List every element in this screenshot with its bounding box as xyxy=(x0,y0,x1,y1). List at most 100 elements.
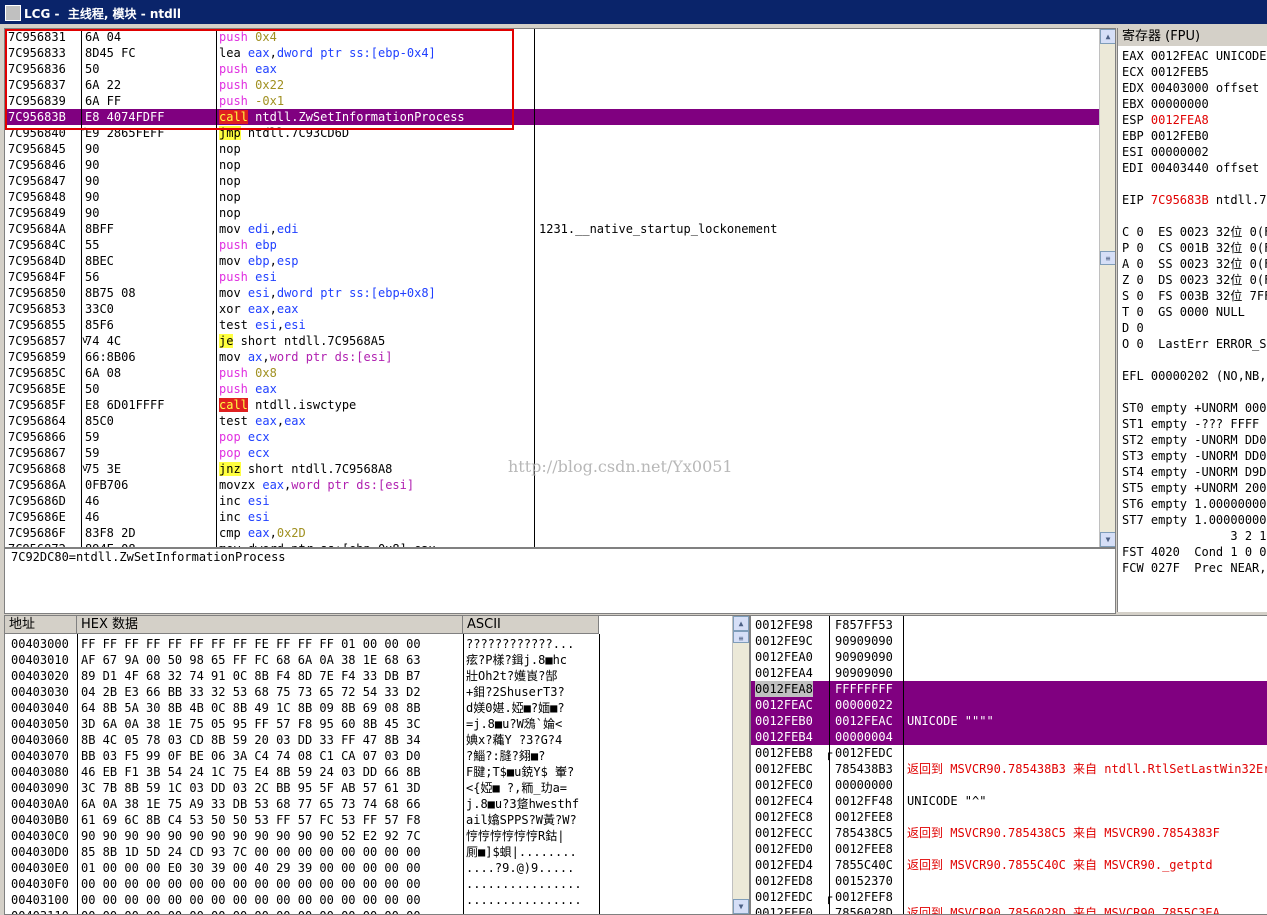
column-divider[interactable] xyxy=(216,29,217,547)
disasm-row[interactable]: 7C956836 50 push eax xyxy=(5,61,1100,77)
disasm-instruction: movzx eax,word ptr ds:[esi] xyxy=(219,477,414,493)
dump-hex: 3C 7B 8B 59 1C 03 DD 03 2C BB 95 5F AB 5… xyxy=(81,781,421,795)
scroll-up-icon[interactable]: ▲ xyxy=(1100,29,1115,44)
register-line[interactable]: O 0 LastErr ERROR_SUCCESS xyxy=(1122,336,1267,352)
register-line[interactable]: ECX 0012FEB5 xyxy=(1122,64,1209,80)
register-line[interactable]: ST3 empty -UNORM DD00 00000000 xyxy=(1122,448,1267,464)
stack-address: 0012FEA0 xyxy=(755,650,813,664)
registers-pane[interactable]: 寄存器 (FPU) EAX 0012FEAC UNICODE """"ECX 0… xyxy=(1117,28,1267,612)
disasm-row[interactable]: 7C95683B E8 4074FDFF call ntdll.ZwSetInfor… xyxy=(5,109,1100,125)
register-line[interactable]: ESP 0012FEA8 xyxy=(1122,112,1209,128)
register-line[interactable]: ST6 empty 1.0000000000000000000 xyxy=(1122,496,1267,512)
register-line[interactable]: ST0 empty +UNORM 0000 00000000 xyxy=(1122,400,1267,416)
register-line[interactable]: FCW 027F Prec NEAR,53 xyxy=(1122,560,1267,576)
stack-pane[interactable]: 0012FE98 F857FF53 0012FE9C 90909090 0012FEA0… xyxy=(750,615,1267,915)
stack-comment: 返回到 MSVCR90.785438C5 来自 MSVCR90.7854383F xyxy=(907,826,1220,840)
register-line[interactable]: D 0 xyxy=(1122,320,1144,336)
disasm-row[interactable]: 7C956857 v 74 4C je short ntdll.7C9568A5 xyxy=(5,333,1100,349)
dump-header-hex[interactable]: HEX 数据 xyxy=(77,616,463,634)
disasm-instruction: push esi xyxy=(219,269,277,285)
disasm-row[interactable]: 7C95686F 83F8 2D cmp eax,0x2D xyxy=(5,525,1100,541)
dump-header-address[interactable]: 地址 xyxy=(5,616,77,634)
register-line[interactable]: ST4 empty -UNORM D9D9 00000000 xyxy=(1122,464,1267,480)
disasm-row[interactable]: 7C956872 894E 08 mov dword ptr ss:[ebp-0x8… xyxy=(5,541,1100,547)
disasm-mnemonic: push xyxy=(219,30,248,44)
info-line: 7C92DC80=ntdll.ZwSetInformationProcess xyxy=(11,550,286,564)
disasm-instruction: push 0x22 xyxy=(219,77,284,93)
disasm-row[interactable]: 7C95686E 46 inc esi xyxy=(5,509,1100,525)
scroll-thumb[interactable]: ≡ xyxy=(733,631,749,643)
disasm-row[interactable]: 7C95684C 55 push ebp xyxy=(5,237,1100,253)
dump-scrollbar[interactable]: ▲ ≡ ▼ xyxy=(732,616,749,914)
disasm-row[interactable]: 7C95686D 46 inc esi xyxy=(5,493,1100,509)
disasm-instruction: push ebp xyxy=(219,237,277,253)
dump-address: 00403090 xyxy=(11,781,69,795)
disassembly-scrollbar[interactable]: ▲ ≡ ▼ xyxy=(1099,29,1115,547)
disasm-row[interactable]: 7C956848 90 nop xyxy=(5,189,1100,205)
disasm-row[interactable]: 7C95684D 8BEC mov ebp,esp xyxy=(5,253,1100,269)
register-line[interactable]: C 0 ES 0023 32位 0(FFFFFFFF) xyxy=(1122,224,1267,240)
register-line[interactable]: T 0 GS 0000 NULL xyxy=(1122,304,1245,320)
register-line[interactable]: ST7 empty 1.0000000000000000000 xyxy=(1122,512,1267,528)
register-line[interactable]: EIP 7C95683B ntdll.7C95683B xyxy=(1122,192,1267,208)
register-line[interactable]: EBP 0012FEB0 xyxy=(1122,128,1209,144)
disasm-row[interactable]: 7C956845 90 nop xyxy=(5,141,1100,157)
register-line[interactable]: ST5 empty +UNORM 2000 00000000 xyxy=(1122,480,1267,496)
disasm-row[interactable]: 7C956849 90 nop xyxy=(5,205,1100,221)
disasm-operand: ebp xyxy=(255,238,277,252)
disasm-address: 7C956837 xyxy=(8,78,66,92)
disasm-row[interactable]: 7C956840 ^ E9 2865FEFF jmp ntdll.7C93CD6D xyxy=(5,125,1100,141)
disasm-row[interactable]: 7C956853 33C0 xor eax,eax xyxy=(5,301,1100,317)
scroll-thumb[interactable]: ≡ xyxy=(1100,251,1115,265)
disasm-row[interactable]: 7C956855 85F6 test esi,esi xyxy=(5,317,1100,333)
disasm-operand xyxy=(241,350,248,364)
dump-hex: 04 2B E3 66 BB 33 32 53 68 75 73 65 72 5… xyxy=(81,685,421,699)
disasm-row[interactable]: 7C956833 8D45 FC lea eax,dword ptr ss:[ebp… xyxy=(5,45,1100,61)
dump-ascii: ?鯔?:膖?翗■? xyxy=(466,749,546,763)
disasm-row[interactable]: 7C956831 6A 04 push 0x4 xyxy=(5,29,1100,45)
disasm-hex: 8D45 FC xyxy=(85,46,136,60)
register-line[interactable]: ST1 empty -??? FFFF 00000000 xyxy=(1122,416,1267,432)
register-line[interactable]: 3 2 1 0 xyxy=(1122,528,1267,544)
register-line[interactable]: A 0 SS 0023 32位 0(FFFFFFFF) xyxy=(1122,256,1267,272)
disasm-operand: , xyxy=(269,526,277,540)
disasm-row[interactable]: 7C956837 6A 22 push 0x22 xyxy=(5,77,1100,93)
disasm-row[interactable]: 7C956850 8B75 08 mov esi,dword ptr ss:[ebp… xyxy=(5,285,1100,301)
disasm-row[interactable]: 7C956846 90 nop xyxy=(5,157,1100,173)
register-line[interactable]: ST2 empty -UNORM DD00 00000000 xyxy=(1122,432,1267,448)
register-line[interactable]: P 0 CS 001B 32位 0(FFFFFFFF) xyxy=(1122,240,1267,256)
disasm-row[interactable]: 7C95685C 6A 08 push 0x8 xyxy=(5,365,1100,381)
scroll-up-icon[interactable]: ▲ xyxy=(733,616,749,631)
disasm-row[interactable]: 7C956847 90 nop xyxy=(5,173,1100,189)
dump-hex: FF FF FF FF FF FF FF FF FE FF FF FF 01 0… xyxy=(81,637,421,651)
scroll-down-icon[interactable]: ▼ xyxy=(733,899,749,914)
disasm-operand: ntdll.ZwSetInformationProcess xyxy=(247,110,465,124)
disasm-row[interactable]: 7C95684A 8BFF mov edi,edi 1231.__native_sta… xyxy=(5,221,1100,237)
column-divider[interactable] xyxy=(81,29,82,547)
register-line[interactable]: EDI 00403440 offset LCG.__sec xyxy=(1122,160,1267,176)
register-line[interactable]: S 0 FS 003B 32位 7FFDF000(FFF) xyxy=(1122,288,1267,304)
scroll-down-icon[interactable]: ▼ xyxy=(1100,532,1115,547)
disasm-row[interactable]: 7C95685F E8 6D01FFFF call ntdll.iswctype xyxy=(5,397,1100,413)
disasm-row[interactable]: 7C956866 59 pop ecx xyxy=(5,429,1100,445)
disasm-row[interactable]: 7C95684F 56 push esi xyxy=(5,269,1100,285)
register-line[interactable]: ESI 00000002 xyxy=(1122,144,1209,160)
disasm-mnemonic: cmp xyxy=(219,526,241,540)
disasm-row[interactable]: 7C956864 85C0 test eax,eax xyxy=(5,413,1100,429)
register-line[interactable]: EFL 00000202 (NO,NB,NE,A,NS,PO) xyxy=(1122,368,1267,384)
dump-address: 004030E0 xyxy=(11,861,69,875)
disasm-row[interactable]: 7C956859 66:8B06 mov ax,word ptr ds:[esi] xyxy=(5,349,1100,365)
register-line[interactable]: EBX 00000000 xyxy=(1122,96,1209,112)
dump-header-ascii[interactable]: ASCII xyxy=(463,616,599,634)
column-divider xyxy=(903,616,904,914)
stack-value: 90909090 xyxy=(835,650,893,664)
register-line[interactable]: EDX 00403000 offset LCG.__rtc xyxy=(1122,80,1267,96)
register-line[interactable]: Z 0 DS 0023 32位 0(FFFFFFFF) xyxy=(1122,272,1267,288)
disasm-row[interactable]: 7C956839 6A FF push -0x1 xyxy=(5,93,1100,109)
stack-value: 00152370 xyxy=(835,874,893,888)
register-line[interactable]: FST 4020 Cond 1 0 0 0 xyxy=(1122,544,1267,560)
disasm-row[interactable]: 7C95686A 0FB706 movzx eax,word ptr ds:[esi… xyxy=(5,477,1100,493)
memory-dump-pane[interactable]: 地址 HEX 数据 ASCII 00403000 FF FF FF FF FF F… xyxy=(4,615,750,915)
disasm-row[interactable]: 7C95685E 50 push eax xyxy=(5,381,1100,397)
register-line[interactable]: EAX 0012FEAC UNICODE """" xyxy=(1122,48,1267,64)
